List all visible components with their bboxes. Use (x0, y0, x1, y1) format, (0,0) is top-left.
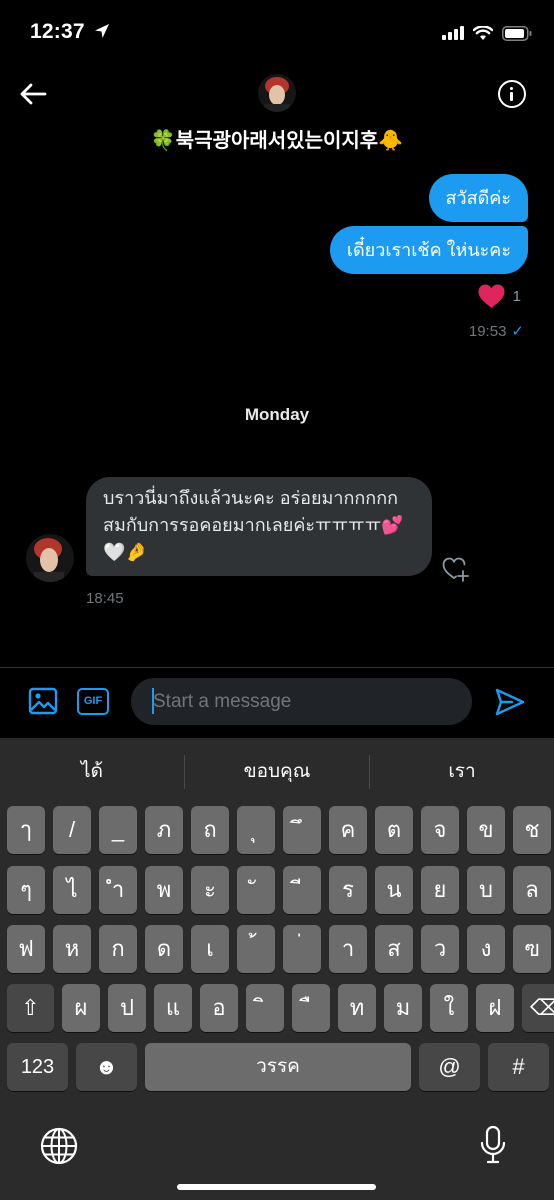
key[interactable]: ม (384, 984, 422, 1032)
key[interactable]: ด (145, 925, 183, 973)
key[interactable]: ุ (237, 806, 275, 854)
emoji-key[interactable]: ☻ (76, 1043, 137, 1091)
key[interactable]: พ (145, 866, 183, 914)
heart-icon (478, 284, 505, 308)
key[interactable]: ร (329, 866, 367, 914)
suggestion-2[interactable]: ขอบคุณ (185, 749, 369, 795)
key[interactable]: / (53, 806, 91, 854)
space-key[interactable]: วรรค (145, 1043, 411, 1091)
avatar-image (26, 534, 74, 582)
key[interactable]: ฃ (513, 925, 551, 973)
key[interactable]: ถ (191, 806, 229, 854)
shift-key[interactable]: ⇧ (7, 984, 54, 1032)
globe-icon[interactable] (40, 1127, 78, 1165)
key[interactable]: _ (99, 806, 137, 854)
key[interactable]: ย (421, 866, 459, 914)
key[interactable]: จ (421, 806, 459, 854)
keyboard-row-3: ฟ ห ก ด เ ้ ่ า ส ว ง ฃ (7, 925, 551, 973)
key[interactable]: ้ (237, 925, 275, 973)
key[interactable]: ะ (191, 866, 229, 914)
outgoing-message[interactable]: เดี๋ยวเราเช้ค ให่นะคะ (329, 226, 528, 274)
delete-key[interactable]: ⌫ (522, 984, 554, 1032)
add-reaction-icon[interactable] (441, 554, 471, 584)
key[interactable]: ฟ (7, 925, 45, 973)
key[interactable]: บ (467, 866, 505, 914)
key[interactable]: ช (513, 806, 551, 854)
conversation-title[interactable]: 🍀북극광아래서있는이지후🐥 (0, 124, 554, 153)
cellular-signal-icon (442, 26, 464, 40)
key[interactable]: น (375, 866, 413, 914)
incoming-message[interactable]: บราวนี่มาถึงแล้วนะคะ อร่อยมากกกกก สมกับก… (86, 477, 432, 576)
info-icon[interactable] (498, 80, 526, 108)
wifi-icon (473, 25, 493, 40)
key[interactable]: ฝ (476, 984, 514, 1032)
key[interactable]: เ (191, 925, 229, 973)
status-time: 12:37 (30, 20, 110, 44)
key[interactable]: า (329, 925, 367, 973)
keyboard-row-2: ๆ ไ ำ พ ะ ั ี ร น ย บ ล (7, 866, 551, 914)
battery-icon (502, 25, 532, 41)
key[interactable]: ง (467, 925, 505, 973)
reaction-row[interactable]: 1 (477, 283, 521, 309)
key[interactable]: ภ (145, 806, 183, 854)
key[interactable]: ่ (283, 925, 321, 973)
key[interactable]: ค (329, 806, 367, 854)
timestamp-text: 19:53 (468, 322, 507, 340)
conversation-avatar[interactable] (258, 74, 296, 112)
key[interactable]: ต (375, 806, 413, 854)
home-indicator[interactable] (177, 1184, 376, 1190)
gif-button[interactable]: GIF (77, 688, 109, 715)
text-caret (152, 688, 154, 714)
incoming-timestamp: 18:45 (86, 590, 124, 607)
key[interactable]: อ (200, 984, 238, 1032)
key[interactable]: ำ (99, 866, 137, 914)
key[interactable]: ว (421, 925, 459, 973)
key[interactable]: ื (292, 984, 330, 1032)
status-icons (442, 22, 532, 44)
message-input[interactable] (131, 678, 472, 725)
read-check-icon: ✓ (511, 323, 524, 340)
key[interactable]: ั (237, 866, 275, 914)
at-key[interactable]: @ (419, 1043, 480, 1091)
key[interactable]: ส (375, 925, 413, 973)
key[interactable]: ก (99, 925, 137, 973)
sender-avatar[interactable] (26, 534, 74, 582)
key[interactable]: ป (108, 984, 146, 1032)
key[interactable]: ึ (283, 806, 321, 854)
key[interactable]: ข (467, 806, 505, 854)
clock-text: 12:37 (30, 20, 85, 43)
keyboard-row-1: ๅ / _ ภ ถ ุ ึ ค ต จ ข ช (7, 806, 551, 854)
back-arrow-icon[interactable] (16, 78, 52, 110)
key[interactable]: ๅ (7, 806, 45, 854)
key[interactable]: ี (283, 866, 321, 914)
microphone-icon[interactable] (478, 1125, 508, 1165)
avatar-image (258, 74, 296, 112)
key[interactable]: ใ (430, 984, 468, 1032)
key[interactable]: ล (513, 866, 551, 914)
suggestion-3[interactable]: เรา (370, 749, 554, 795)
outgoing-message[interactable]: สวัสดีค่ะ (428, 174, 528, 222)
key[interactable]: ท (338, 984, 376, 1032)
hash-key[interactable]: # (488, 1043, 549, 1091)
suggestion-1[interactable]: ได้ (0, 749, 184, 795)
key[interactable]: แ (154, 984, 192, 1032)
location-arrow-icon (94, 24, 109, 38)
key[interactable]: ไ (53, 866, 91, 914)
key[interactable]: ห (53, 925, 91, 973)
key[interactable]: ิ (246, 984, 284, 1032)
reaction-count: 1 (512, 287, 521, 305)
outgoing-timestamp: 19:53 ✓ (468, 322, 524, 341)
key[interactable]: ผ (62, 984, 100, 1032)
keyboard-row-4: ⇧ ผ ป แ อ ิ ื ท ม ใ ฝ ⌫ (7, 984, 554, 1032)
image-icon[interactable] (28, 686, 58, 716)
date-separator: Monday (244, 405, 310, 424)
send-icon[interactable] (494, 686, 526, 718)
numbers-key[interactable]: 123 (7, 1043, 68, 1091)
keyboard-bottom-row: 123 ☻ วรรค @ # (7, 1043, 549, 1091)
key[interactable]: ๆ (7, 866, 45, 914)
